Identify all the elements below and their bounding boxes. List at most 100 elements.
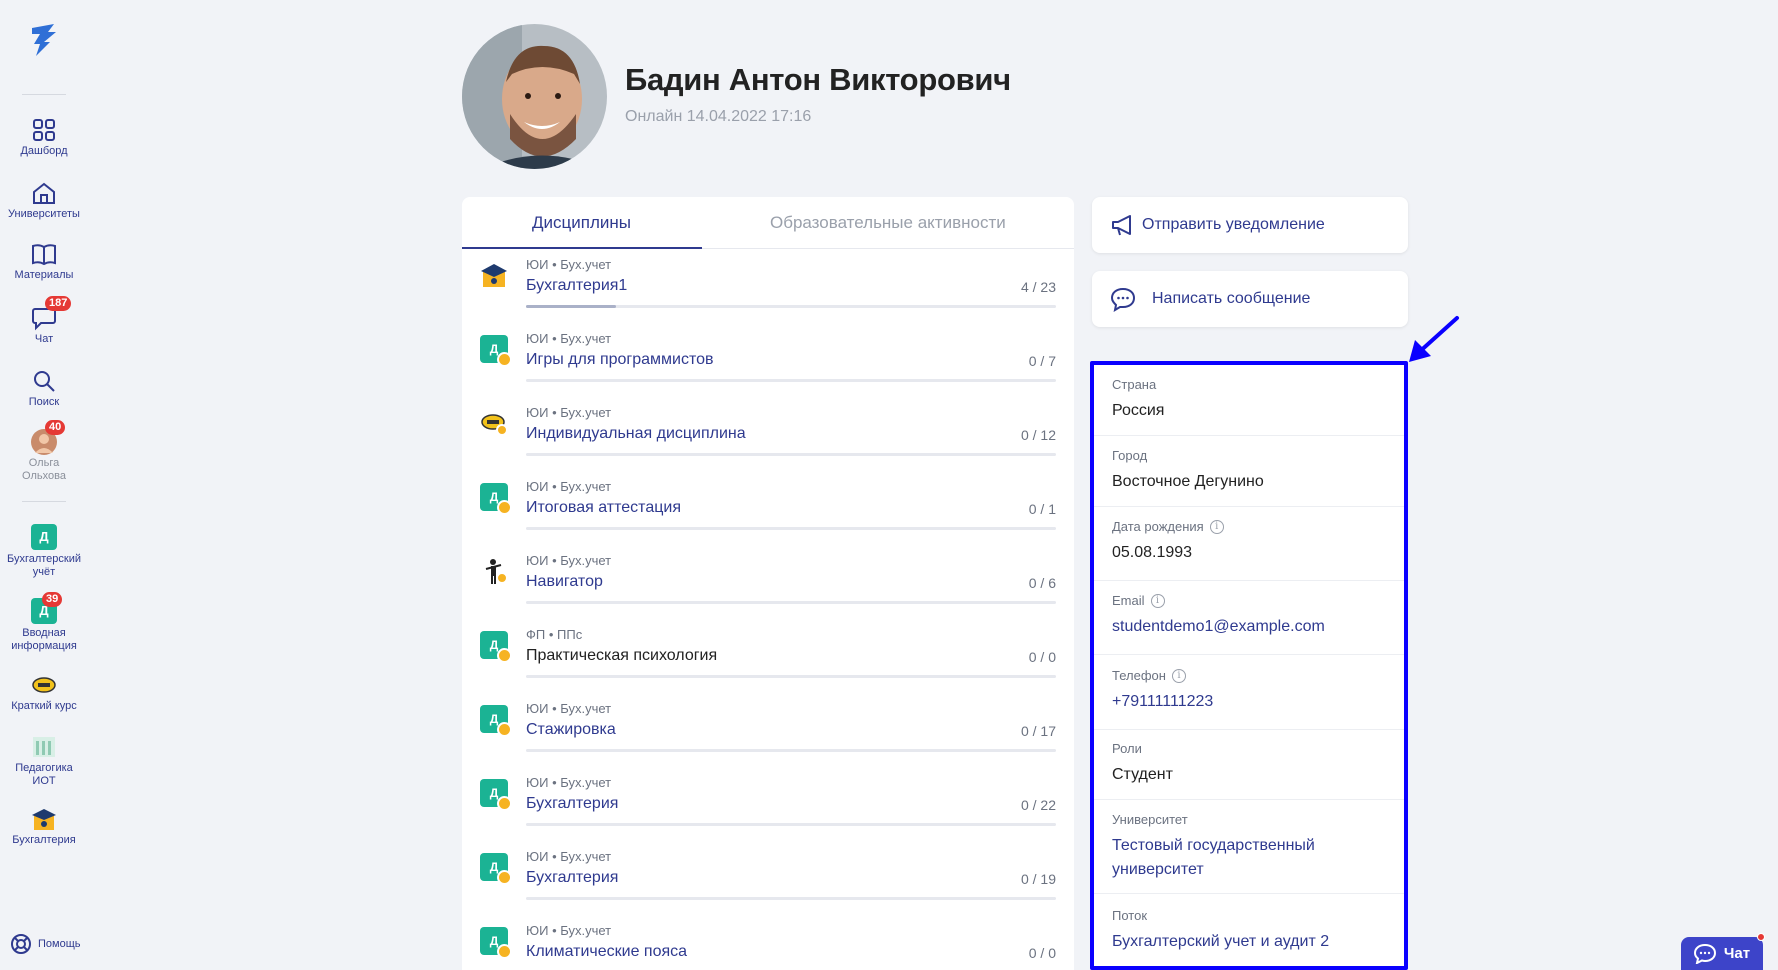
graduation-cap-icon [32,809,56,830]
discipline-progress-count: 0 / 7 [1028,353,1056,369]
help-link[interactable]: Помощь [10,933,81,955]
discipline-progress-count: 4 / 23 [1020,279,1056,295]
discipline-title[interactable]: Стажировка [526,721,616,739]
tab-disciplines[interactable]: Дисциплины [532,213,631,233]
discipline-title[interactable]: Бухгалтерия [526,795,618,813]
d-icon: Д [480,779,512,811]
info-icon[interactable]: i [1171,668,1186,683]
d-icon: Д [480,927,512,959]
d-icon: Д [480,853,512,885]
nav-dashboard[interactable]: Дашборд [0,117,88,158]
online-status: Онлайн 14.04.2022 17:16 [625,108,812,125]
info-icon[interactable]: i [1209,519,1224,534]
info-icon[interactable]: i [1150,593,1165,608]
discipline-row[interactable]: ЮИ • Бух.учет Индивидуальная дисциплина 0 … [462,397,1074,470]
send-notification-button[interactable]: Отправить уведомление [1092,197,1408,253]
nav-label: Бухгалтерский учёт [6,553,82,578]
disciplines-card: Дисциплины Образовательные активности ЮИ… [462,197,1074,970]
progress-bar [526,823,1056,826]
discipline-row[interactable]: Д ФП • ППс Практическая психология 0 / 0 [462,619,1074,692]
nav-course-intro[interactable]: Д 39 Вводная информация [0,592,88,653]
nav-label: Дашборд [20,145,68,157]
discipline-title[interactable]: Климатические пояса [526,943,687,961]
field-value: Восточное Дегунино [1112,473,1264,490]
nav-course-short[interactable]: Краткий курс [0,672,88,713]
profile-info-panel: Страна Россия Город Восточное Дегунино Д… [1090,361,1408,970]
grid-icon [33,119,55,141]
progress-fill [526,305,617,308]
d-icon: Д [480,335,512,367]
discipline-title[interactable]: Итоговая аттестация [526,499,681,517]
phone-link[interactable]: +79111111223 [1112,690,1404,714]
write-message-label: Написать сообщение [1152,290,1311,307]
discipline-row[interactable]: Д ЮИ • Бух.учет Климатические пояса 0 / 0 [462,915,1074,970]
discipline-title[interactable]: Индивидуальная дисциплина [526,425,746,443]
course-badge: 39 [42,592,63,607]
discipline-row[interactable]: ЮИ • Бух.учет Бухгалтерия1 4 / 23 [462,249,1074,322]
nav-search[interactable]: Поиск [0,368,88,409]
nav-label: Университеты [8,208,80,220]
discipline-title[interactable]: Игры для программистов [526,351,714,369]
yellow-badge-icon [32,677,56,693]
chat-bubble-icon [1110,287,1136,312]
discipline-row[interactable]: Д ЮИ • Бух.учет Стажировка 0 / 17 [462,693,1074,766]
discipline-row[interactable]: Д ЮИ • Бух.учет Бухгалтерия 0 / 19 [462,841,1074,914]
nav-label: Педагогика ИОТ [15,762,73,787]
logo-icon[interactable] [24,20,64,60]
discipline-meta: ЮИ • Бух.учет [526,257,612,272]
stream-link[interactable]: Бухгалтерский учет и аудит 2 [1112,930,1342,954]
nav-universities[interactable]: Университеты [0,180,88,221]
field-label: Страна [1112,377,1157,392]
nav-label: Бухгалтерия [12,834,76,846]
nav-course-accounting[interactable]: Д Бухгалтерский учёт [0,524,88,579]
book-icon [32,244,56,266]
home-icon [33,182,55,204]
discipline-progress-count: 0 / 6 [1028,575,1056,591]
lifebuoy-icon [11,934,31,954]
tab-bar: Дисциплины Образовательные активности [462,197,1074,249]
discipline-row[interactable]: ЮИ • Бух.учет Навигатор 0 / 6 [462,545,1074,618]
discipline-meta: ЮИ • Бух.учет [526,701,612,716]
field-label: Email [1112,593,1145,608]
discipline-title[interactable]: Бухгалтерия [526,869,618,887]
nav-materials[interactable]: Материалы [0,241,88,282]
profile-name: Бадин Антон Викторович [625,62,1011,97]
discipline-progress-count: 0 / 0 [1028,649,1056,665]
nav-course-pedagogy[interactable]: Педагогика ИОТ [0,733,88,788]
progress-bar [526,305,1056,308]
chat-bubble-icon [1693,943,1716,964]
chat-widget-button[interactable]: Чат [1681,933,1765,970]
discipline-title[interactable]: Навигатор [526,573,603,591]
discipline-meta: ЮИ • Бух.учет [526,849,612,864]
email-link[interactable]: studentdemo1@example.com [1112,615,1404,639]
field-birthdate: Дата рождения i 05.08.1993 [1094,519,1404,581]
profile-badge: 40 [45,420,66,435]
field-value: 05.08.1993 [1112,544,1193,561]
nav-label: Материалы [14,269,74,281]
d-icon: Д [480,631,512,663]
field-phone: Телефон i +79111111223 [1094,668,1404,730]
discipline-progress-count: 0 / 19 [1020,871,1056,887]
nav-chat[interactable]: 187 Чат [0,296,88,346]
progress-bar [526,527,1056,530]
discipline-progress-count: 0 / 17 [1020,723,1056,739]
field-label: Город [1112,448,1148,463]
discipline-title[interactable]: Бухгалтерия1 [526,277,627,295]
write-message-button[interactable]: Написать сообщение [1092,271,1408,327]
building-icon [33,737,55,757]
university-link[interactable]: Тестовый государственный университет [1112,834,1342,882]
search-icon [34,371,55,392]
nav-course-bookkeeping[interactable]: Бухгалтерия [0,806,88,847]
discipline-row[interactable]: Д ЮИ • Бух.учет Игры для программистов 0 / … [462,323,1074,396]
person-icon [480,557,508,585]
discipline-row[interactable]: Д ЮИ • Бух.учет Итоговая аттестация 0 / 1 [462,471,1074,544]
nav-label: Чат [34,333,54,345]
field-city: Город Восточное Дегунино [1094,448,1404,507]
discipline-row[interactable]: Д ЮИ • Бух.учет Бухгалтерия 0 / 22 [462,767,1074,840]
field-email: Email i studentdemo1@example.com [1094,593,1404,655]
nav-profile[interactable]: 40 Ольга Ольхова [0,420,88,483]
course-d-icon: Д [31,524,57,550]
tab-activities[interactable]: Образовательные активности [770,213,1006,233]
discipline-progress-count: 0 / 12 [1020,427,1056,443]
discipline-title[interactable]: Практическая психология [526,647,717,665]
